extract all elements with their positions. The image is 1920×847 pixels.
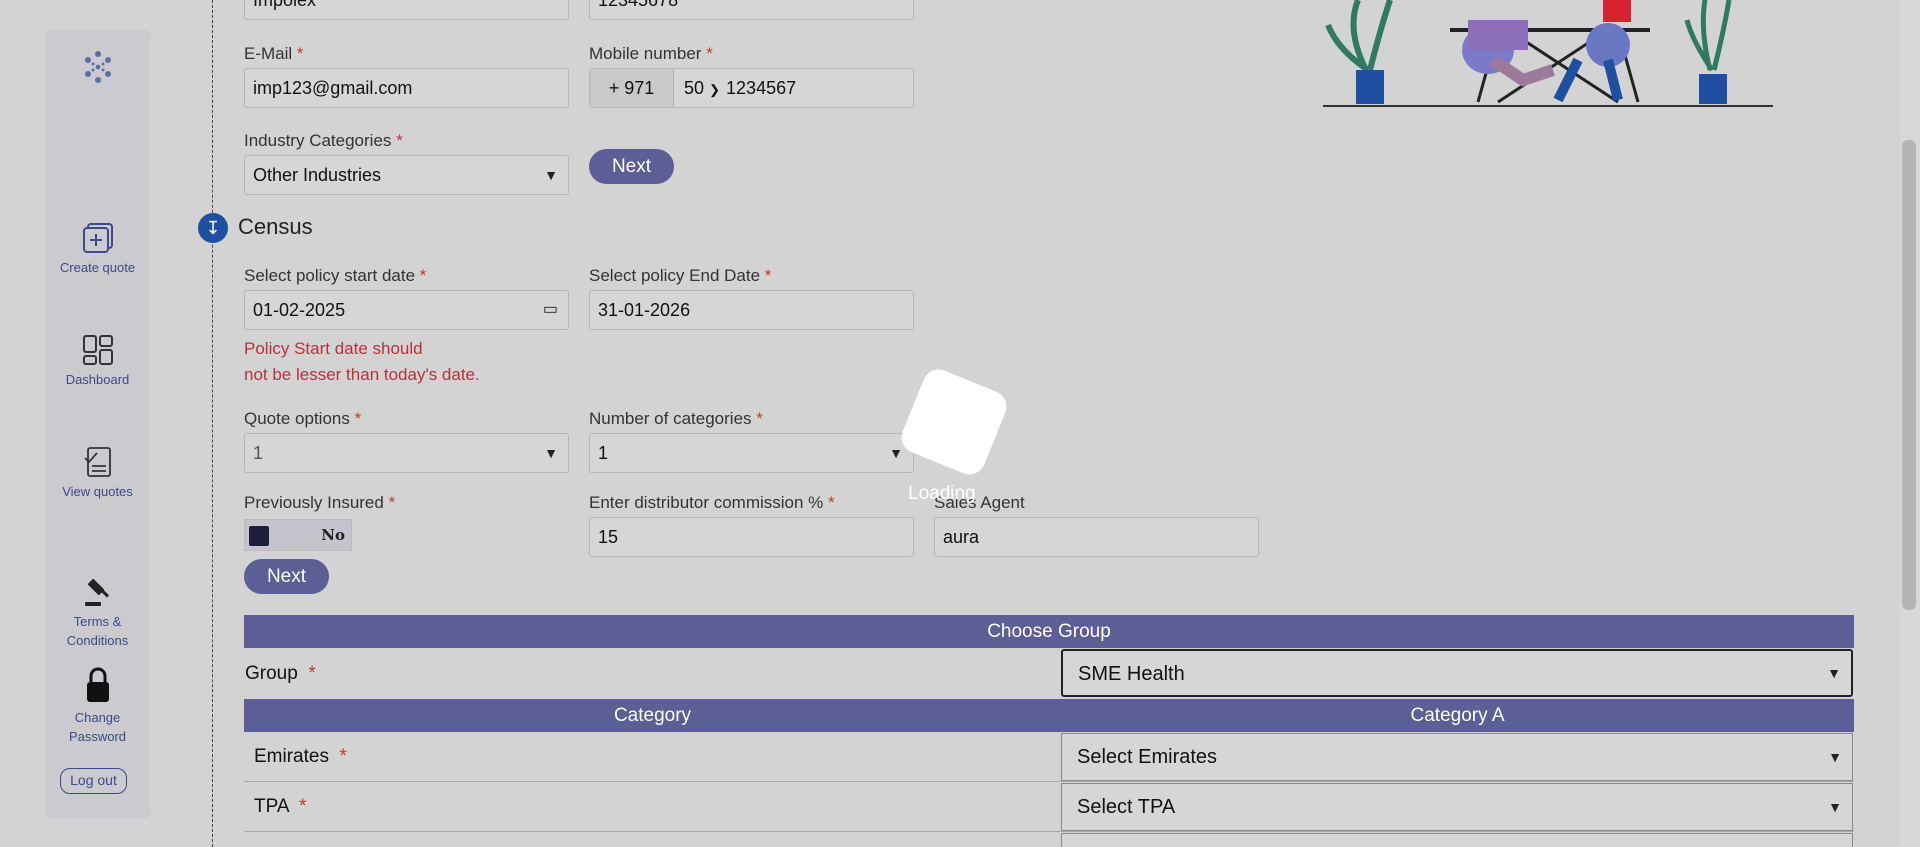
loading-text: Loading <box>908 483 976 504</box>
census-step-icon: ↧ <box>198 213 228 243</box>
lock-icon <box>86 667 109 702</box>
group-label: Group * <box>245 663 316 684</box>
commission-input[interactable]: 15 <box>589 517 914 557</box>
document-check-icon <box>83 447 111 477</box>
commission-label: Enter distributor commission % * <box>589 493 835 512</box>
mobile-field[interactable]: + 971 50 ❯ 1234567 <box>589 68 914 108</box>
tpa-label: TPA * <box>254 796 307 817</box>
policy-start-label: Select policy start date * <box>244 266 427 285</box>
plus-square-icon <box>82 223 113 253</box>
plant-left-icon <box>1325 0 1393 104</box>
chevron-down-icon: ▼ <box>544 445 558 461</box>
group-select[interactable]: SME Health ▼ <box>1061 649 1853 697</box>
industry-select[interactable]: Other Industries ▼ <box>244 155 569 195</box>
start-date-error-cont: not be lesser than today's date. <box>244 365 480 384</box>
next-row-select[interactable] <box>1061 833 1853 847</box>
emirates-select[interactable]: Select Emirates ▼ <box>1061 733 1853 781</box>
app-logo <box>45 48 150 92</box>
row-divider <box>244 831 1854 832</box>
desk-icon <box>1450 0 1650 104</box>
chevron-down-icon: ▼ <box>544 167 558 183</box>
email-field[interactable]: imp123@gmail.com <box>244 68 569 108</box>
toggle-knob <box>249 526 269 546</box>
census-title: Census <box>238 214 313 239</box>
chevron-down-icon: ❯ <box>709 82 720 97</box>
row-divider <box>244 781 1854 782</box>
mobile-prefix-select[interactable]: 50 ❯ <box>679 69 721 109</box>
sales-agent-input[interactable]: aura <box>934 517 1259 557</box>
sidebar-item-label: Change Password <box>68 710 127 744</box>
sidebar-item-change-password[interactable]: Change Password <box>45 666 150 746</box>
industry-label: Industry Categories * <box>244 131 403 150</box>
email-label: E-Mail * <box>244 44 304 63</box>
chevron-down-icon: ▼ <box>1827 665 1841 681</box>
census-next-button[interactable]: Next <box>244 559 329 594</box>
sidebar-item-label: View quotes <box>62 484 133 499</box>
company-phone-field[interactable]: 12345678 <box>589 0 914 20</box>
sidebar-item-create-quote[interactable]: Create quote <box>45 222 150 277</box>
sidebar-item-view-quotes[interactable]: View quotes <box>45 446 150 501</box>
dashboard-grid-icon <box>82 335 113 365</box>
office-illustration <box>1323 0 1773 107</box>
logout-button[interactable]: Log out <box>60 768 127 794</box>
emirates-label: Emirates * <box>254 746 347 767</box>
calendar-icon[interactable]: ▭ <box>543 291 558 329</box>
sidebar-item-dashboard[interactable]: Dashboard <box>45 334 150 389</box>
category-header-row: Category Category A <box>244 699 1854 732</box>
choose-group-header: Choose Group <box>244 615 1854 648</box>
sidebar-item-label: Create quote <box>59 260 136 275</box>
country-code: + 971 <box>590 69 674 107</box>
chevron-down-icon: ▼ <box>1828 799 1842 815</box>
start-date-error: Policy Start date should <box>244 339 423 358</box>
mobile-number-value: 1234567 <box>726 78 797 98</box>
sidebar-item-label: Dashboard <box>65 372 130 387</box>
tpa-select[interactable]: Select TPA ▼ <box>1061 783 1853 831</box>
chevron-down-icon: ▼ <box>1828 749 1842 765</box>
policy-end-date-input[interactable]: 31-01-2026 <box>589 290 914 330</box>
previously-insured-label: Previously Insured * <box>244 493 396 512</box>
number-of-categories-select[interactable]: 1 ▼ <box>589 433 914 473</box>
gavel-icon <box>84 578 109 606</box>
step-connector-line <box>212 0 213 847</box>
mobile-label: Mobile number * <box>589 44 713 63</box>
sidebar-item-label: Terms & Conditions <box>66 614 129 648</box>
category-header: Category <box>613 705 692 726</box>
toggle-text: No <box>321 526 345 544</box>
logo-icon <box>84 51 111 83</box>
quote-options-select[interactable]: 1 ▼ <box>244 433 569 473</box>
scrollbar-thumb[interactable] <box>1902 140 1916 610</box>
category-a-header: Category A <box>1410 705 1505 726</box>
policy-start-date-input[interactable]: 01-02-2025 ▭ <box>244 290 569 330</box>
quote-options-label: Quote options * <box>244 409 362 428</box>
policy-end-label: Select policy End Date * <box>589 266 772 285</box>
company-name-field[interactable]: Impolex <box>244 0 569 20</box>
plant-right-icon <box>1684 0 1732 104</box>
previously-insured-toggle[interactable]: No <box>244 519 352 551</box>
company-next-button[interactable]: Next <box>589 149 674 184</box>
sidebar: Create quote Dashboard View quotes Terms… <box>45 30 150 818</box>
number-of-categories-label: Number of categories * <box>589 409 763 428</box>
sidebar-item-terms[interactable]: Terms & Conditions <box>45 576 150 650</box>
